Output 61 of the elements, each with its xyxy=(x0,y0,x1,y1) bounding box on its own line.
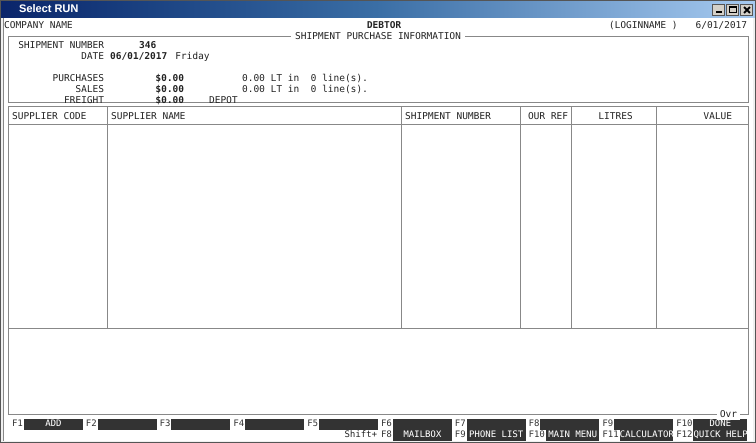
header-date: 6/01/2017 xyxy=(696,20,747,30)
key-label: F9 xyxy=(602,419,614,430)
function-key-button[interactable] xyxy=(466,419,526,430)
field-label: DATE xyxy=(80,51,104,62)
function-key-button[interactable] xyxy=(392,419,452,430)
login-name: (LOGINNAME ) xyxy=(608,20,678,30)
shift-label: Shift+ xyxy=(344,430,377,441)
function-key-button[interactable] xyxy=(540,419,600,430)
key-label: F10 xyxy=(528,430,545,441)
column-header: OUR REF xyxy=(521,107,571,125)
field-label: SALES xyxy=(74,84,104,95)
key-label: F12 xyxy=(676,430,692,441)
function-key-button[interactable]: CALCULATOR xyxy=(620,430,674,441)
function-key-button[interactable]: MAILBOX xyxy=(392,430,452,441)
litres-summary: 0.00 LT in 0 line(s). xyxy=(242,73,368,84)
key-label: F4 xyxy=(233,419,244,430)
function-key-button[interactable]: QUICK HELP xyxy=(693,430,747,441)
amount-value: $0.00 xyxy=(154,84,184,95)
key-label: F5 xyxy=(307,419,318,430)
column-header: VALUE xyxy=(657,107,748,125)
key-label: F2 xyxy=(86,419,97,430)
close-icon xyxy=(742,6,750,14)
function-key-button[interactable] xyxy=(245,419,304,430)
column-header: SUPPLIER CODE xyxy=(9,107,107,125)
function-key-button[interactable]: ADD xyxy=(24,419,83,430)
amount-value: $0.00 xyxy=(154,73,184,84)
shipment-number: 346 xyxy=(139,40,156,51)
group-title: SHIPMENT PURCHASE INFORMATION xyxy=(291,31,465,42)
key-label: F3 xyxy=(160,419,170,430)
key-label: F8 xyxy=(528,419,540,430)
function-key-button[interactable]: PHONE LIST xyxy=(466,430,526,441)
function-key-button[interactable] xyxy=(171,419,230,430)
column-header: LITRES xyxy=(572,107,656,125)
field-label: FREIGHT xyxy=(62,95,104,106)
key-label: F11 xyxy=(602,430,619,441)
key-label: F1 xyxy=(12,419,23,430)
function-key-button[interactable] xyxy=(614,419,674,430)
key-label: F9 xyxy=(454,430,466,441)
field-label: PURCHASES xyxy=(52,73,104,84)
function-key-button[interactable] xyxy=(98,419,157,430)
maximize-button[interactable] xyxy=(726,4,739,16)
field-label: SHIPMENT NUMBER xyxy=(17,40,104,51)
function-key-button[interactable]: MAIN MENU xyxy=(546,430,600,441)
column-header: SUPPLIER NAME xyxy=(108,107,401,125)
depot-label: DEPOT xyxy=(209,95,238,106)
function-key-button[interactable] xyxy=(319,419,378,430)
litres-summary: 0.00 LT in 0 line(s). xyxy=(242,84,368,95)
close-button[interactable] xyxy=(740,4,753,16)
key-label: F7 xyxy=(454,419,466,430)
minimize-button[interactable] xyxy=(712,4,725,16)
key-label: F6 xyxy=(381,419,392,430)
mode-indicator: Ovr xyxy=(716,409,740,420)
module-title: DEBTOR xyxy=(366,20,402,30)
day-name: Friday xyxy=(175,51,210,62)
company-name: COMPANY NAME xyxy=(4,20,74,30)
window-title: Select RUN xyxy=(19,4,78,15)
amount-value: $0.00 xyxy=(154,95,184,106)
shipment-date: 06/01/2017 xyxy=(110,51,168,62)
column-header: SHIPMENT NUMBER xyxy=(402,107,520,125)
key-label: F10 xyxy=(676,419,692,430)
key-label: F8 xyxy=(381,430,392,441)
